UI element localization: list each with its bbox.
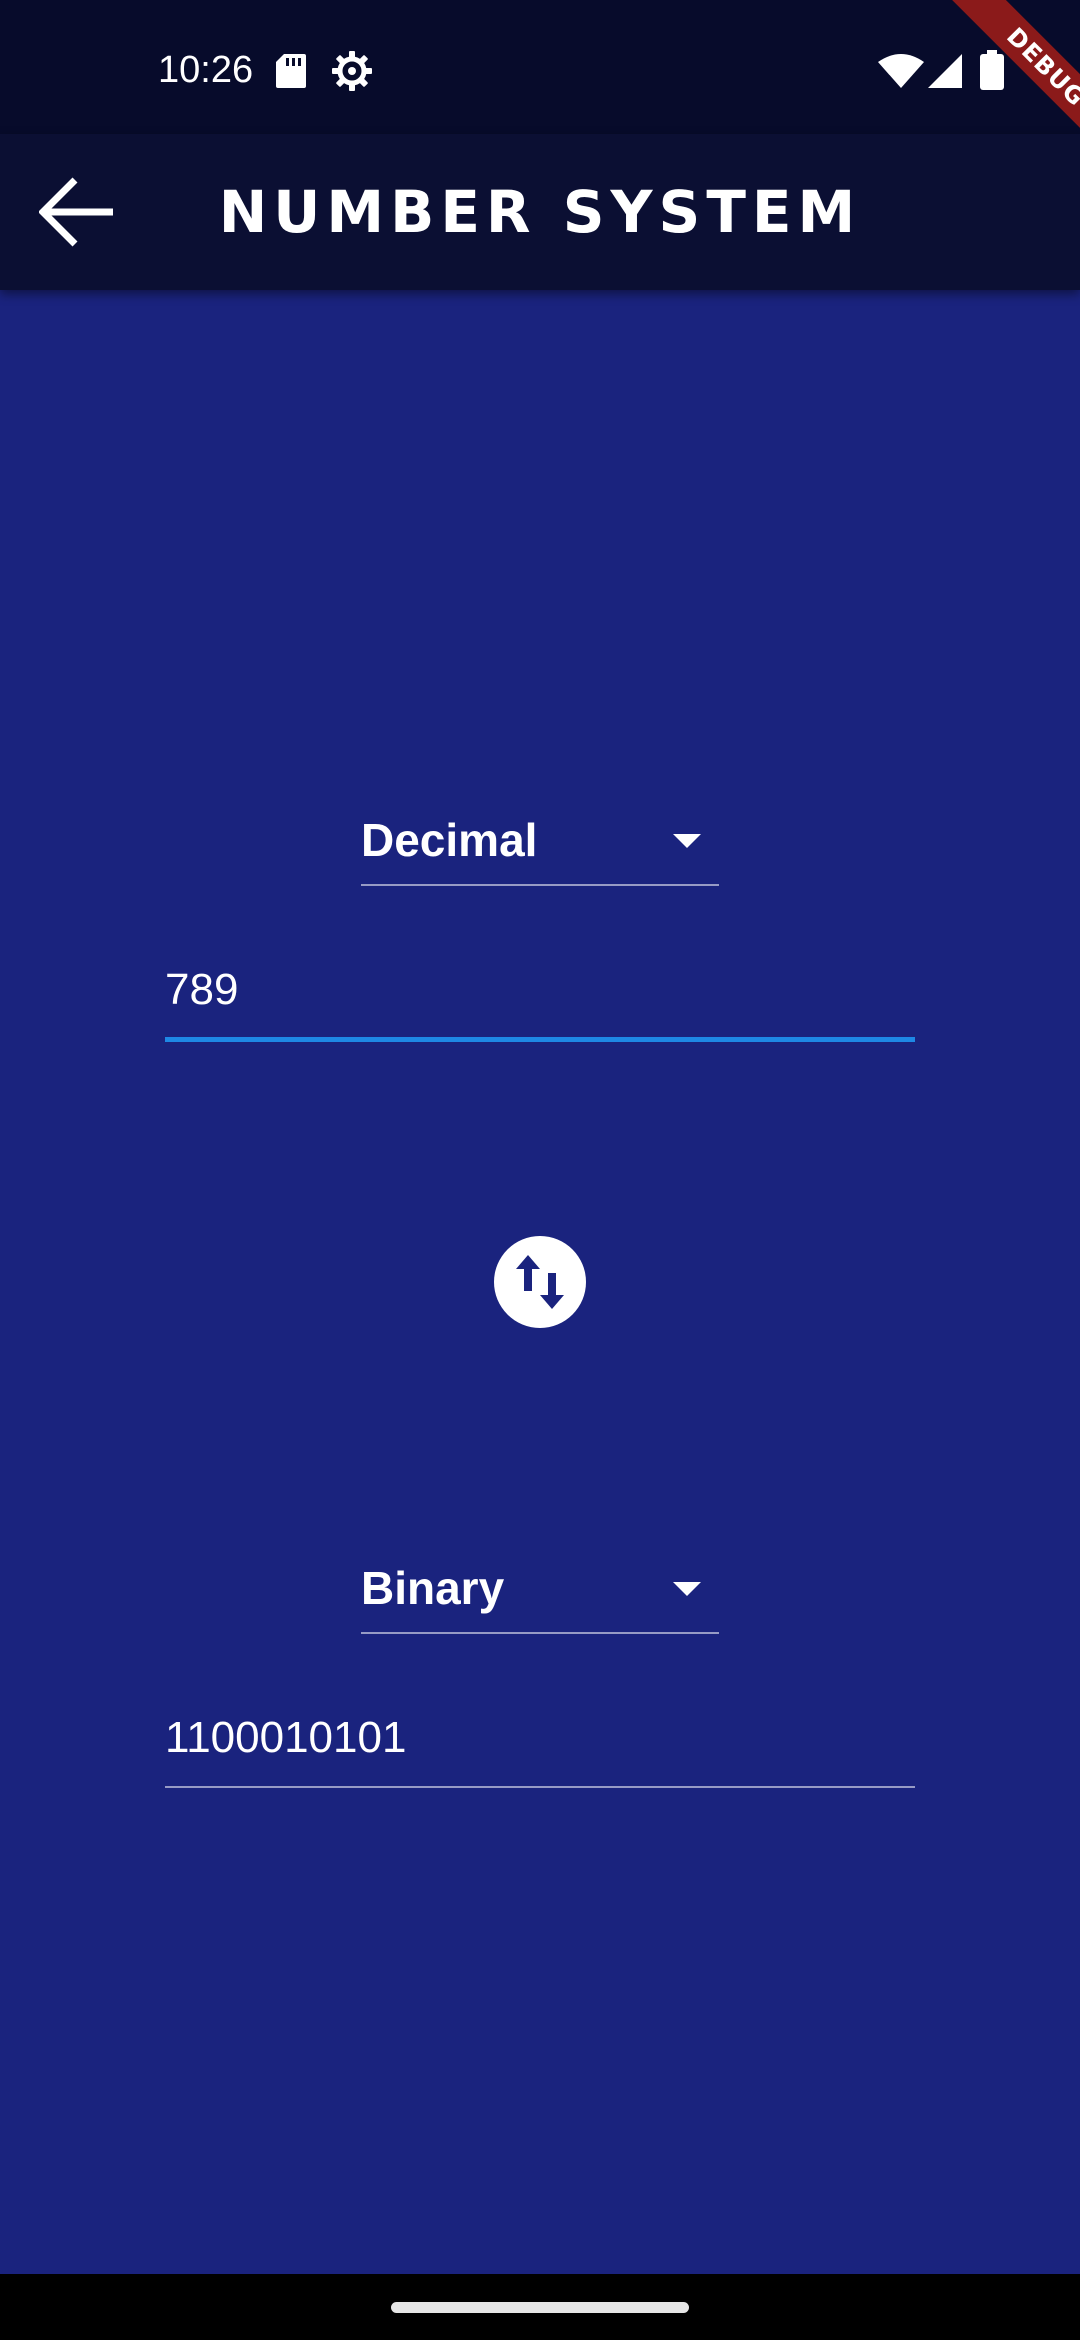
- to-value-text: 1100010101: [165, 1713, 407, 1762]
- from-value-input[interactable]: 789: [165, 942, 915, 1042]
- to-value-output[interactable]: 1100010101: [165, 1690, 915, 1788]
- wifi-icon: [878, 54, 924, 88]
- from-unit-dropdown[interactable]: Decimal: [361, 802, 719, 886]
- to-unit-label: Binary: [361, 1562, 505, 1614]
- from-value-text: 789: [165, 965, 239, 1014]
- system-navigation-bar: [0, 2274, 1080, 2340]
- dropdown-arrow-icon: [673, 834, 701, 848]
- back-button[interactable]: [22, 166, 132, 258]
- battery-icon: [980, 50, 1004, 90]
- status-bar: 10:26: [0, 0, 1080, 134]
- dropdown-arrow-icon: [673, 1582, 701, 1596]
- output-underline: [165, 1786, 915, 1788]
- status-time: 10:26: [158, 49, 254, 91]
- home-gesture-handle[interactable]: [391, 2302, 689, 2313]
- to-unit-dropdown[interactable]: Binary: [361, 1550, 719, 1634]
- input-underline-focused: [165, 1037, 915, 1042]
- app-bar: NUMBER SYSTEM: [0, 134, 1080, 290]
- settings-gear-icon: [332, 51, 372, 91]
- swap-units-button[interactable]: [494, 1236, 586, 1328]
- cell-signal-icon: [928, 54, 962, 88]
- page-title: NUMBER SYSTEM: [218, 178, 862, 246]
- sd-card-icon: [276, 54, 306, 88]
- arrow-back-icon: [39, 177, 113, 247]
- swap-vertical-icon: [516, 1255, 564, 1309]
- from-unit-label: Decimal: [361, 814, 538, 866]
